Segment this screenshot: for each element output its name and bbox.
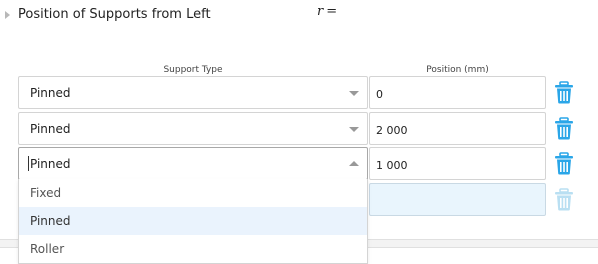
- chevron-up-icon: [349, 161, 359, 166]
- support-row: Pinned 1 000: [18, 147, 581, 180]
- support-type-header: Support Type: [163, 65, 223, 75]
- option-label: Roller: [30, 242, 65, 256]
- trash-icon: [555, 117, 573, 140]
- position-input[interactable]: 2 000: [369, 112, 546, 145]
- support-type-select[interactable]: Pinned: [18, 147, 368, 180]
- chevron-down-icon: [349, 127, 359, 132]
- section-title: Position of Supports from Left: [18, 7, 211, 22]
- trash-icon: [555, 152, 573, 175]
- trash-icon: [555, 81, 573, 104]
- delete-row-button[interactable]: [554, 117, 574, 140]
- support-row: Pinned 2 000: [18, 112, 581, 145]
- position-header: Position (mm): [426, 65, 489, 75]
- option-label: Fixed: [30, 186, 62, 200]
- support-type-select[interactable]: Pinned: [18, 76, 368, 109]
- position-value: 2 000: [376, 124, 408, 137]
- delete-row-button[interactable]: [554, 81, 574, 104]
- expand-triangle-icon[interactable]: [5, 11, 10, 19]
- position-input[interactable]: [369, 183, 546, 216]
- support-type-value: Pinned: [30, 86, 71, 100]
- variable-equals: =: [326, 4, 338, 19]
- option-label: Pinned: [30, 214, 71, 228]
- text-cursor: [28, 156, 29, 171]
- variable-symbol: r: [317, 4, 324, 19]
- support-type-select[interactable]: Pinned: [18, 112, 368, 145]
- dropdown-option-pinned[interactable]: Pinned: [19, 207, 367, 235]
- dropdown-option-fixed[interactable]: Fixed: [19, 179, 367, 207]
- position-value: 1 000: [376, 159, 408, 172]
- support-type-value: Pinned: [30, 122, 71, 136]
- variable-label: r =: [317, 4, 337, 19]
- support-type-dropdown-menu: Fixed Pinned Roller: [18, 179, 368, 264]
- dropdown-option-roller[interactable]: Roller: [19, 235, 367, 263]
- supports-panel: Position of Supports from Left r = Suppor…: [0, 0, 598, 264]
- support-row: Pinned 0: [18, 76, 581, 109]
- position-input[interactable]: 1 000: [369, 147, 546, 180]
- delete-row-button[interactable]: [554, 152, 574, 175]
- support-type-value: Pinned: [30, 157, 71, 171]
- position-value: 0: [376, 88, 383, 101]
- chevron-down-icon: [349, 91, 359, 96]
- position-input[interactable]: 0: [369, 76, 546, 109]
- delete-row-button[interactable]: [554, 188, 574, 211]
- trash-icon: [555, 188, 573, 211]
